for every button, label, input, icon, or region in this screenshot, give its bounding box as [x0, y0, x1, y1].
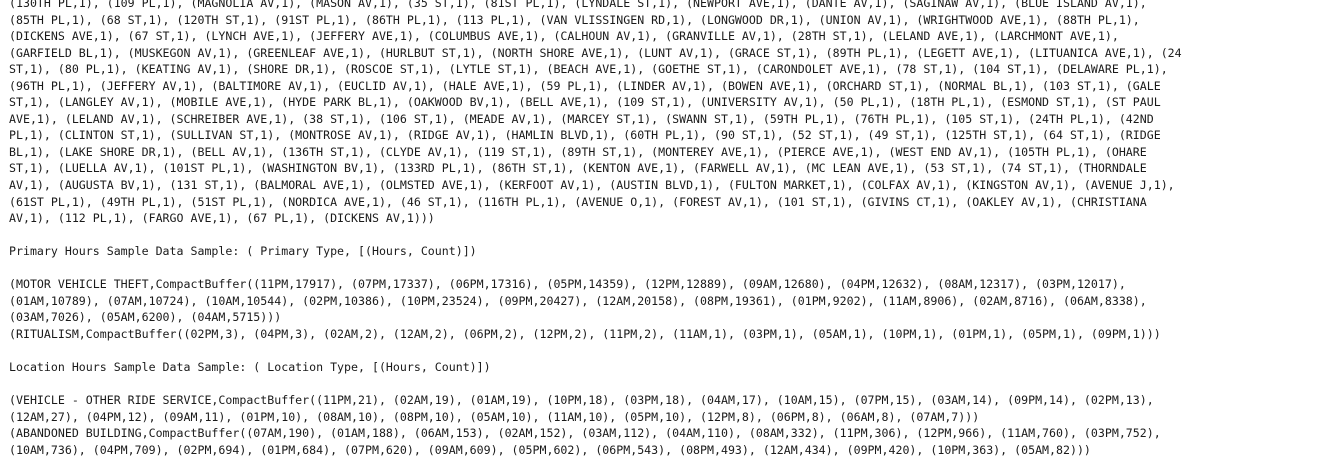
output-line: (MOTOR VEHICLE THEFT,CompactBuffer((11PM… [9, 277, 1126, 292]
output-line: BL,1), (LAKE SHORE DR,1), (BELL AV,1), (… [9, 144, 1147, 159]
section-heading-location-hours: Location Hours Sample Data Sample: ( Loc… [9, 360, 491, 375]
output-line: (10AM,736), (04PM,709), (02PM,694), (01P… [9, 442, 1091, 457]
output-line: AV,1), (AUGUSTA BV,1), (131 ST,1), (BALM… [9, 178, 1175, 193]
output-line: AVE,1), (LELAND AV,1), (SCHREIBER AVE,1)… [9, 111, 1154, 126]
output-line: (RITUALISM,CompactBuffer((02PM,3), (04PM… [9, 326, 1161, 341]
output-line: (85TH PL,1), (68 ST,1), (120TH ST,1), (9… [9, 12, 1140, 27]
output-line: (01AM,10789), (07AM,10724), (10AM,10544)… [9, 293, 1147, 308]
output-line: (DICKENS AVE,1), (67 ST,1), (LYNCH AVE,1… [9, 29, 1119, 44]
section-heading-primary-hours: Primary Hours Sample Data Sample: ( Prim… [9, 244, 477, 259]
output-line: (96TH PL,1), (JEFFERY AV,1), (BALTIMORE … [9, 78, 1161, 93]
output-line: ST,1), (LUELLA AV,1), (101ST PL,1), (WAS… [9, 161, 1147, 176]
output-line: AV,1), (112 PL,1), (FARGO AVE,1), (67 PL… [9, 211, 435, 226]
output-line: (61ST PL,1), (49TH PL,1), (51ST PL,1), (… [9, 194, 1147, 209]
output-line: ST,1), (80 PL,1), (KEATING AV,1), (SHORE… [9, 62, 1168, 77]
output-line: (12AM,27), (04PM,12), (09AM,11), (01PM,1… [9, 409, 980, 424]
output-line: (GARFIELD BL,1), (MUSKEGON AV,1), (GREEN… [9, 45, 1182, 60]
output-line: (VEHICLE - OTHER RIDE SERVICE,CompactBuf… [9, 393, 1154, 408]
output-line: (130TH PL,1), (109 PL,1), (MAGNOLIA AV,1… [9, 0, 1147, 10]
output-line: ST,1), (LANGLEY AV,1), (MOBILE AVE,1), (… [9, 95, 1161, 110]
output-line: (03AM,7026), (05AM,6200), (04AM,5715))) [9, 310, 282, 325]
output-line: PL,1), (CLINTON ST,1), (SULLIVAN ST,1), … [9, 128, 1161, 143]
output-line: (ABANDONED BUILDING,CompactBuffer((07AM,… [9, 426, 1161, 441]
console-output: (130TH PL,1), (109 PL,1), (MAGNOLIA AV,1… [9, 0, 1334, 458]
